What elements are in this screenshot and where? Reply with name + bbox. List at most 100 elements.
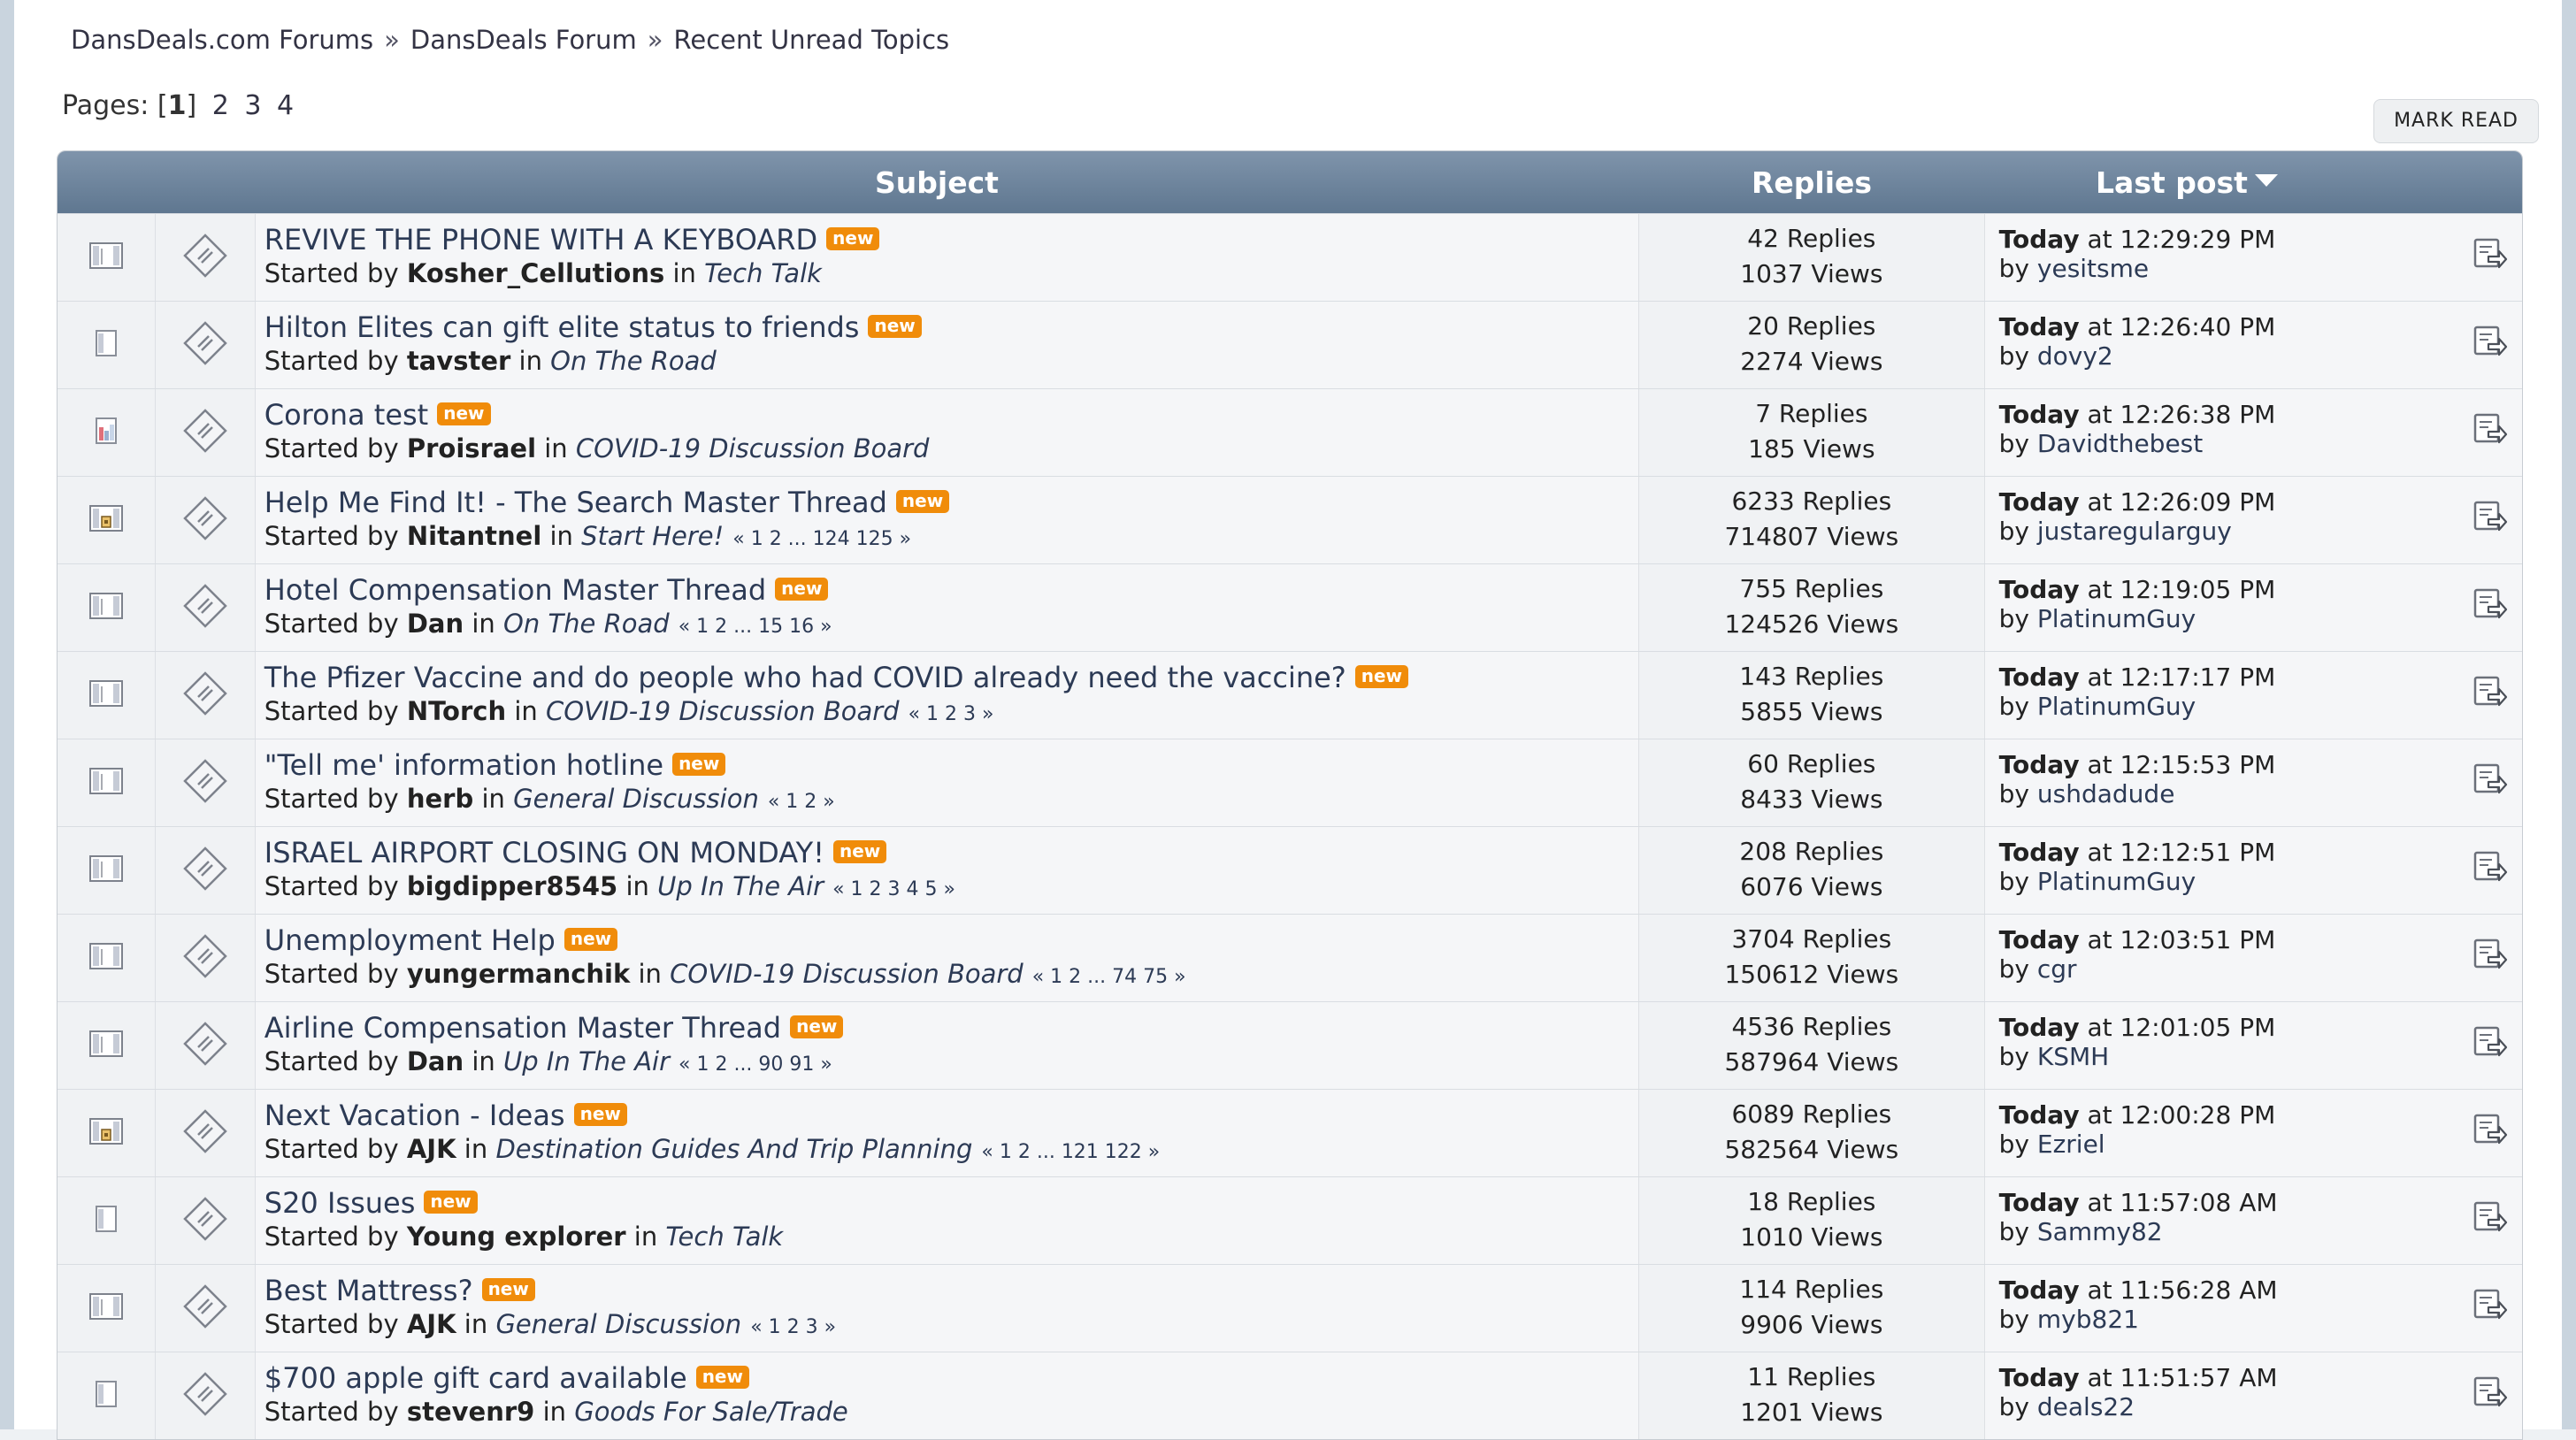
topic-pages-links[interactable]: « 1 2 3 » xyxy=(750,1316,836,1338)
go-to-last-post-icon[interactable] xyxy=(2472,936,2508,975)
board-link[interactable]: COVID-19 Discussion Board xyxy=(546,696,900,726)
new-badge[interactable]: new xyxy=(832,840,887,863)
topic-author-link[interactable]: yungermanchik xyxy=(407,959,630,989)
go-to-last-post-icon[interactable] xyxy=(2472,235,2508,274)
topic-author-link[interactable]: herb xyxy=(407,784,473,814)
page-link-2[interactable]: 2 xyxy=(212,90,229,121)
go-to-last-post-icon[interactable] xyxy=(2472,410,2508,449)
last-poster-link[interactable]: PlatinumGuy xyxy=(2037,692,2196,721)
new-badge[interactable]: new xyxy=(790,1015,844,1038)
last-poster-link[interactable]: yesitsme xyxy=(2037,254,2149,283)
go-to-last-post-icon[interactable] xyxy=(2472,323,2508,362)
last-poster-link[interactable]: justaregularguy xyxy=(2037,517,2232,546)
new-badge[interactable]: new xyxy=(775,578,829,601)
last-poster-link[interactable]: Ezriel xyxy=(2037,1130,2105,1159)
topic-title-link[interactable]: Hilton Elites can gift elite status to f… xyxy=(264,310,860,344)
last-post-column-header[interactable]: Last post xyxy=(1984,165,2522,200)
last-poster-link[interactable]: cgr xyxy=(2037,954,2077,984)
replies-column-header[interactable]: Replies xyxy=(1639,165,1984,200)
topic-pages-links[interactable]: « 1 2 ... 90 91 » xyxy=(678,1053,832,1076)
last-poster-link[interactable]: myb821 xyxy=(2037,1305,2139,1334)
last-poster-link[interactable]: Davidthebest xyxy=(2037,429,2203,458)
board-link[interactable]: On The Road xyxy=(503,609,670,639)
topic-title-link[interactable]: Help Me Find It! - The Search Master Thr… xyxy=(264,486,887,519)
topic-pages-links[interactable]: « 1 2 3 » xyxy=(908,703,994,725)
topic-author-link[interactable]: tavster xyxy=(407,346,510,376)
topic-title-link[interactable]: Next Vacation - Ideas xyxy=(264,1099,565,1132)
new-badge[interactable]: new xyxy=(437,402,491,425)
topic-pages-links[interactable]: « 1 2 ... 121 122 » xyxy=(981,1141,1160,1163)
go-to-last-post-icon[interactable] xyxy=(2472,1023,2508,1062)
new-badge[interactable]: new xyxy=(826,227,880,250)
new-badge[interactable]: new xyxy=(424,1191,478,1214)
last-poster-link[interactable]: deals22 xyxy=(2037,1392,2135,1421)
board-link[interactable]: COVID-19 Discussion Board xyxy=(670,959,1024,989)
topic-title-link[interactable]: The Pfizer Vaccine and do people who had… xyxy=(264,661,1346,694)
new-badge[interactable]: new xyxy=(672,753,726,776)
new-badge[interactable]: new xyxy=(481,1278,535,1301)
new-badge[interactable]: new xyxy=(895,490,950,513)
board-link[interactable]: Up In The Air xyxy=(657,871,824,901)
last-poster-link[interactable]: KSMH xyxy=(2037,1042,2109,1071)
topic-author-link[interactable]: stevenr9 xyxy=(407,1397,535,1427)
topic-author-link[interactable]: AJK xyxy=(407,1134,456,1164)
topic-pages-links[interactable]: « 1 2 ... 15 16 » xyxy=(678,616,832,638)
topic-title-link[interactable]: ISRAEL AIRPORT CLOSING ON MONDAY! xyxy=(264,836,824,869)
go-to-last-post-icon[interactable] xyxy=(2472,673,2508,712)
board-link[interactable]: Destination Guides And Trip Planning xyxy=(495,1134,972,1164)
subject-column-header[interactable]: Subject xyxy=(58,165,1639,200)
new-badge[interactable]: new xyxy=(695,1366,749,1389)
board-link[interactable]: Tech Talk xyxy=(665,1222,783,1252)
topic-title-link[interactable]: Airline Compensation Master Thread xyxy=(264,1011,781,1045)
board-link[interactable]: Up In The Air xyxy=(503,1046,670,1076)
last-poster-link[interactable]: ushdadude xyxy=(2037,779,2175,808)
topic-pages-links[interactable]: « 1 2 ... 74 75 » xyxy=(1032,966,1186,988)
topic-pages-links[interactable]: « 1 2 3 4 5 » xyxy=(832,878,955,900)
new-badge[interactable]: new xyxy=(868,315,922,338)
last-poster-link[interactable]: PlatinumGuy xyxy=(2037,604,2196,633)
topic-author-link[interactable]: bigdipper8545 xyxy=(407,871,617,901)
topic-author-link[interactable]: AJK xyxy=(407,1309,456,1339)
topic-author-link[interactable]: Nitantnel xyxy=(407,521,541,551)
go-to-last-post-icon[interactable] xyxy=(2472,498,2508,537)
breadcrumb-forums-link[interactable]: DansDeals.com Forums xyxy=(71,25,373,55)
board-link[interactable]: Tech Talk xyxy=(704,258,822,288)
topic-author-link[interactable]: Dan xyxy=(407,1046,464,1076)
go-to-last-post-icon[interactable] xyxy=(2472,1199,2508,1237)
new-badge[interactable]: new xyxy=(573,1103,627,1126)
last-poster-link[interactable]: Sammy82 xyxy=(2037,1217,2163,1246)
last-poster-link[interactable]: dovy2 xyxy=(2037,341,2113,371)
last-poster-link[interactable]: PlatinumGuy xyxy=(2037,867,2196,896)
go-to-last-post-icon[interactable] xyxy=(2472,1374,2508,1413)
go-to-last-post-icon[interactable] xyxy=(2472,848,2508,887)
topic-title-link[interactable]: "Tell me' information hotline xyxy=(264,748,663,782)
board-link[interactable]: COVID-19 Discussion Board xyxy=(576,433,930,463)
topic-author-link[interactable]: Dan xyxy=(407,609,464,639)
page-link-4[interactable]: 4 xyxy=(277,90,294,121)
new-badge[interactable]: new xyxy=(564,928,618,951)
go-to-last-post-icon[interactable] xyxy=(2472,1286,2508,1325)
go-to-last-post-icon[interactable] xyxy=(2472,1111,2508,1150)
topic-author-link[interactable]: Proisrael xyxy=(407,433,536,463)
go-to-last-post-icon[interactable] xyxy=(2472,761,2508,800)
go-to-last-post-icon[interactable] xyxy=(2472,586,2508,624)
board-link[interactable]: General Discussion xyxy=(513,784,759,814)
topic-author-link[interactable]: NTorch xyxy=(407,696,506,726)
breadcrumb-current-link[interactable]: Recent Unread Topics xyxy=(674,25,950,55)
board-link[interactable]: Goods For Sale/Trade xyxy=(574,1397,848,1427)
topic-author-link[interactable]: Young explorer xyxy=(407,1222,626,1252)
page-link-3[interactable]: 3 xyxy=(244,90,261,121)
topic-title-link[interactable]: Best Mattress? xyxy=(264,1274,473,1307)
new-badge[interactable]: new xyxy=(1354,665,1409,688)
topic-title-link[interactable]: $700 apple gift card available xyxy=(264,1361,687,1395)
board-link[interactable]: General Discussion xyxy=(495,1309,741,1339)
topic-title-link[interactable]: S20 Issues xyxy=(264,1186,416,1220)
mark-read-button[interactable]: MARK READ xyxy=(2373,99,2539,143)
board-link[interactable]: On The Road xyxy=(550,346,717,376)
topic-author-link[interactable]: Kosher_Cellutions xyxy=(407,258,664,288)
topic-title-link[interactable]: Hotel Compensation Master Thread xyxy=(264,573,766,607)
topic-title-link[interactable]: Corona test xyxy=(264,398,428,432)
topic-title-link[interactable]: REVIVE THE PHONE WITH A KEYBOARD xyxy=(264,223,817,257)
topic-title-link[interactable]: Unemployment Help xyxy=(264,923,556,957)
board-link[interactable]: Start Here! xyxy=(581,521,724,551)
